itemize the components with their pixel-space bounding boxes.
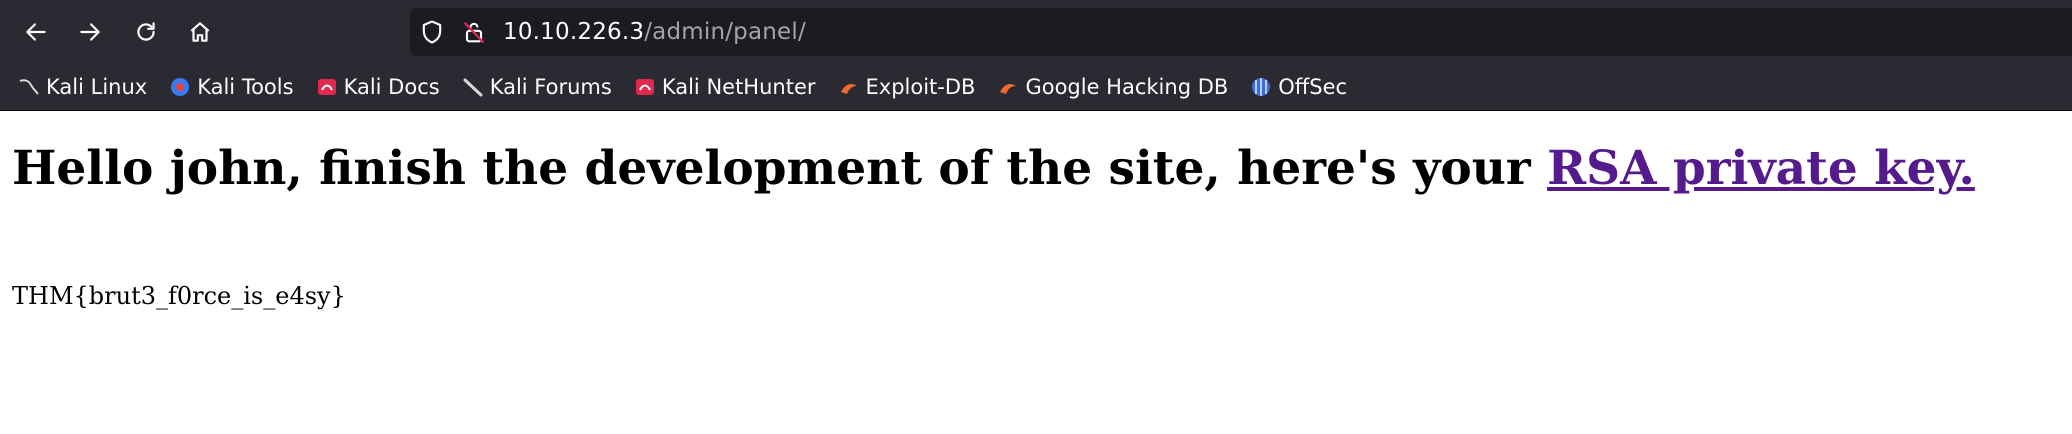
kali-nethunter-icon (634, 76, 656, 98)
bookmark-label: Google Hacking DB (1025, 75, 1229, 99)
kali-tools-icon (169, 76, 191, 98)
ghdb-icon (997, 76, 1019, 98)
bookmark-label: Exploit-DB (865, 75, 976, 99)
offsec-icon (1250, 76, 1272, 98)
url-host: 10.10.226.3 (503, 19, 645, 45)
navigation-toolbar: 10.10.226.3/admin/panel/ (0, 0, 2072, 64)
url-path: /admin/panel/ (644, 19, 806, 45)
url-text[interactable]: 10.10.226.3/admin/panel/ (503, 8, 806, 56)
home-button[interactable] (180, 12, 220, 52)
bookmark-kali-nethunter[interactable]: Kali NetHunter (634, 75, 816, 99)
back-button[interactable] (16, 12, 56, 52)
bookmark-kali-tools[interactable]: Kali Tools (169, 75, 294, 99)
bookmarks-toolbar: Kali Linux Kali Tools Kali Docs Kali For… (0, 64, 2072, 111)
url-bar[interactable]: 10.10.226.3/admin/panel/ (410, 8, 2072, 56)
bookmark-label: Kali Docs (343, 75, 440, 99)
rsa-private-key-link[interactable]: RSA private key. (1547, 141, 1975, 196)
bookmark-exploit-db[interactable]: Exploit-DB (838, 75, 976, 99)
arrow-left-icon (26, 23, 46, 41)
bookmark-offsec[interactable]: OffSec (1250, 75, 1347, 99)
bookmark-label: Kali Forums (489, 75, 612, 99)
arrow-right-icon (80, 23, 100, 41)
forward-button[interactable] (70, 12, 110, 52)
insecure-lock-icon[interactable] (460, 18, 488, 46)
tracking-protection-shield-icon[interactable] (418, 18, 446, 46)
kali-dragon-icon (18, 76, 40, 98)
exploit-db-icon (838, 76, 860, 98)
bookmark-label: Kali NetHunter (661, 75, 816, 99)
kali-docs-icon (316, 76, 338, 98)
kali-forums-icon (462, 76, 484, 98)
flag-text: THM{brut3_f0rce_is_e4sy} (12, 282, 346, 310)
reload-icon (137, 22, 155, 41)
bookmark-kali-linux[interactable]: Kali Linux (18, 75, 147, 99)
page-content: Hello john, finish the development of th… (0, 141, 2072, 310)
bookmark-kali-docs[interactable]: Kali Docs (316, 75, 440, 99)
bookmark-kali-forums[interactable]: Kali Forums (462, 75, 612, 99)
heading-text: Hello john, finish the development of th… (12, 141, 1531, 196)
home-icon (190, 22, 210, 42)
bookmark-label: OffSec (1278, 75, 1348, 99)
bookmark-label: Kali Tools (197, 75, 294, 99)
browser-chrome: 10.10.226.3/admin/panel/ Kali Linux Kali… (0, 0, 2072, 111)
reload-button[interactable] (126, 12, 166, 52)
bookmark-label: Kali Linux (46, 75, 148, 99)
bookmark-google-hacking-db[interactable]: Google Hacking DB (997, 75, 1228, 99)
page-heading: Hello john, finish the development of th… (12, 141, 2060, 196)
